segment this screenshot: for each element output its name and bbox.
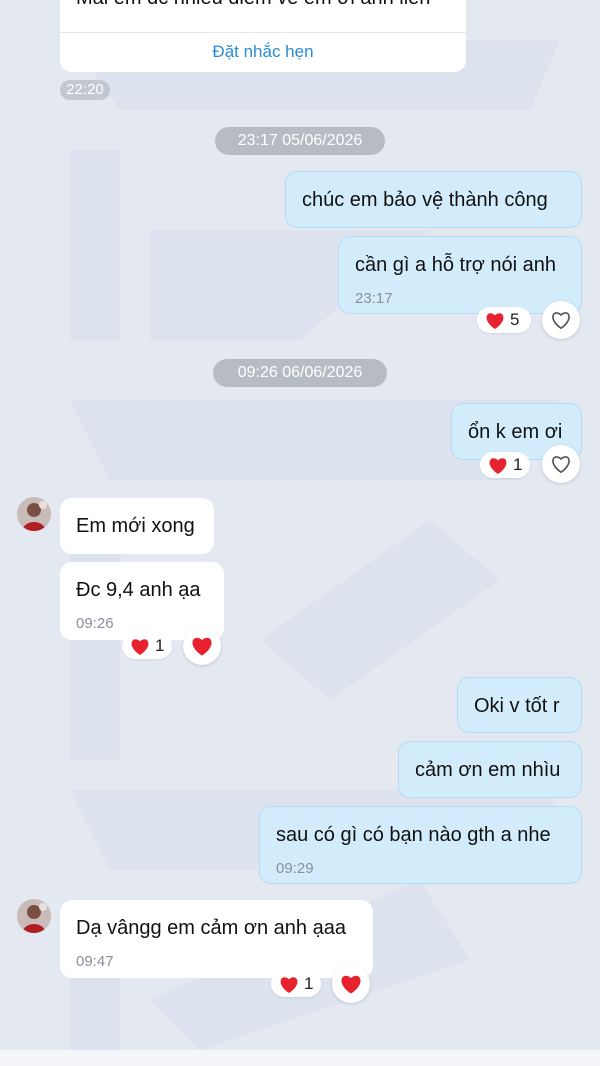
react-button[interactable] xyxy=(542,301,580,339)
incoming-message: Dạ vângg em cảm ơn anh ạaa 09:47 xyxy=(60,900,373,978)
message-text: chúc em bảo vệ thành công xyxy=(302,189,548,211)
date-separator: 23:17 05/06/2026 xyxy=(215,127,385,155)
heart-icon xyxy=(131,639,149,655)
reaction-count-badge[interactable]: 1 xyxy=(480,452,530,478)
avatar-image xyxy=(17,497,51,531)
card-divider xyxy=(60,32,466,33)
message-time: 09:26 xyxy=(76,615,114,632)
bottom-bar xyxy=(0,1050,600,1066)
heart-outline-icon xyxy=(552,456,570,474)
reaction-count: 5 xyxy=(510,310,520,329)
message-text: cảm ơn em nhìu xyxy=(415,759,561,781)
outgoing-message: chúc em bảo vệ thành công xyxy=(285,171,582,228)
reaction-count: 1 xyxy=(155,636,165,655)
heart-icon xyxy=(280,977,298,993)
outgoing-message: cần gì a hỗ trợ nói anh 23:17 xyxy=(338,236,582,314)
my-reaction-button[interactable] xyxy=(183,627,221,665)
message-text: Oki v tốt r xyxy=(474,695,560,717)
reaction-count: 1 xyxy=(304,974,314,993)
message-text: sau có gì có bạn nào gth a nhe xyxy=(276,824,551,846)
reaction-count-badge[interactable]: 1 xyxy=(271,971,321,997)
outgoing-message: Oki v tốt r xyxy=(457,677,582,733)
card-partial-text: Mai em dc nhiều điểm về em ơi anh liền xyxy=(76,0,430,10)
reaction-count: 1 xyxy=(513,455,523,474)
date-separator: 09:26 06/06/2026 xyxy=(213,359,387,387)
message-text: Dạ vângg em cảm ơn anh ạaa xyxy=(76,917,346,939)
heart-outline-icon xyxy=(552,312,570,330)
message-time: 09:29 xyxy=(276,860,314,877)
heart-icon xyxy=(486,313,504,329)
card-time-badge: 22:20 xyxy=(60,80,110,100)
message-text: ổn k em ơi xyxy=(468,421,563,443)
heart-filled-icon xyxy=(341,975,361,994)
message-text: Em mới xong xyxy=(76,515,195,537)
message-text: Đc 9,4 anh ạa xyxy=(76,579,201,601)
avatar[interactable] xyxy=(17,497,51,531)
my-reaction-button[interactable] xyxy=(332,965,370,1003)
avatar[interactable] xyxy=(17,899,51,933)
reminder-card: Mai em dc nhiều điểm về em ơi anh liền Đ… xyxy=(60,0,466,72)
outgoing-message: sau có gì có bạn nào gth a nhe 09:29 xyxy=(259,806,582,884)
heart-icon xyxy=(489,458,507,474)
incoming-message: Em mới xong xyxy=(60,498,214,554)
message-time: 23:17 xyxy=(355,290,393,307)
message-text: cần gì a hỗ trợ nói anh xyxy=(355,254,557,276)
outgoing-message: cảm ơn em nhìu xyxy=(398,741,582,798)
reaction-count-badge[interactable]: 1 xyxy=(122,633,172,659)
set-reminder-button[interactable]: Đặt nhắc hẹn xyxy=(60,40,466,64)
message-time: 09:47 xyxy=(76,953,114,970)
avatar-image xyxy=(17,899,51,933)
reaction-count-badge[interactable]: 5 xyxy=(477,307,531,333)
heart-filled-icon xyxy=(192,637,212,656)
react-button[interactable] xyxy=(542,445,580,483)
